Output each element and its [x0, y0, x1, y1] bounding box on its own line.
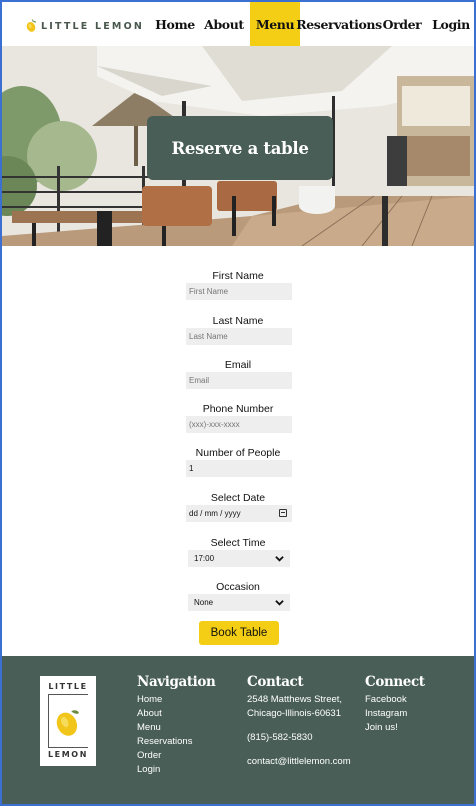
hero-title-badge: Reserve a table: [147, 116, 333, 180]
footer-connect: Connect Facebook Instagram Join us!: [365, 674, 425, 735]
chevron-down-icon: [275, 600, 284, 606]
nav-reservations[interactable]: Reservations: [296, 2, 382, 46]
nav-order[interactable]: Order: [378, 2, 426, 46]
occasion-value: None: [194, 598, 214, 607]
date-placeholder: dd / mm / yyyy: [189, 509, 241, 518]
last-name-input[interactable]: [186, 328, 292, 345]
phone-field: Phone Number: [0, 402, 476, 433]
footer-email[interactable]: contact@littlelemon.com: [247, 755, 351, 769]
footer-link-home[interactable]: Home: [137, 693, 215, 707]
footer-contact: Contact 2548 Matthews Street, Chicago-Il…: [247, 674, 351, 769]
time-label: Select Time: [210, 537, 266, 549]
email-label: Email: [224, 359, 252, 371]
footer-contact-title: Contact: [247, 674, 304, 690]
book-table-button[interactable]: Book Table: [199, 621, 279, 645]
brand-logo[interactable]: LITTLE LEMON: [26, 9, 144, 43]
nav-menu-item[interactable]: Menu: [250, 2, 300, 46]
footer-link-menu[interactable]: Menu: [137, 721, 215, 735]
lemon-icon: [26, 19, 37, 32]
time-value: 17:00: [194, 554, 215, 563]
people-input[interactable]: 1: [186, 460, 292, 477]
lemon-icon: [56, 710, 79, 736]
footer-address-line2: Chicago-Illinois-60631: [247, 708, 341, 719]
time-select[interactable]: 17:00: [188, 550, 290, 567]
date-input[interactable]: dd / mm / yyyy: [186, 505, 292, 522]
footer-link-about[interactable]: About: [137, 707, 215, 721]
footer-link-join[interactable]: Join us!: [365, 721, 425, 735]
occasion-label: Occasion: [216, 581, 260, 593]
chevron-down-icon: [275, 556, 284, 562]
nav-home[interactable]: Home: [152, 2, 198, 46]
date-field: Select Date dd / mm / yyyy: [0, 491, 476, 522]
people-field: Number of People 1: [0, 446, 476, 477]
footer-link-instagram[interactable]: Instagram: [365, 707, 425, 721]
footer-link-login[interactable]: Login: [137, 763, 215, 777]
people-label: Number of People: [195, 447, 281, 459]
email-input[interactable]: [186, 372, 292, 389]
occasion-field: Occasion None: [0, 580, 476, 611]
date-label: Select Date: [210, 492, 266, 504]
first-name-input[interactable]: [186, 283, 292, 300]
footer-phone[interactable]: (815)-582-5830: [247, 731, 351, 745]
footer-connect-title: Connect: [365, 674, 425, 690]
footer-logo-bottom: LEMON: [47, 750, 89, 759]
footer-navigation: Navigation Home About Menu Reservations …: [137, 674, 216, 777]
footer: LITTLE LEMON Navigation Home About Menu …: [2, 656, 474, 804]
first-name-label: First Name: [212, 270, 264, 282]
last-name-label: Last Name: [212, 315, 264, 327]
brand-name: LITTLE LEMON: [40, 20, 144, 32]
footer-logo-top: LITTLE: [48, 682, 88, 691]
email-field: Email: [0, 358, 476, 389]
last-name-field: Last Name: [0, 314, 476, 345]
footer-address-line1: 2548 Matthews Street,: [247, 694, 343, 705]
calendar-icon[interactable]: [279, 509, 287, 517]
nav-menu: Home About Menu Reservations Order Login: [152, 2, 476, 46]
top-nav: LITTLE LEMON Home About Menu Reservation…: [2, 2, 474, 46]
time-field: Select Time 17:00: [0, 536, 476, 567]
footer-link-reservations[interactable]: Reservations: [137, 735, 215, 749]
footer-logo: LITTLE LEMON: [40, 676, 96, 766]
hero-banner: Reserve a table: [2, 46, 474, 246]
nav-login[interactable]: Login: [426, 2, 476, 46]
occasion-select[interactable]: None: [188, 594, 290, 611]
footer-link-facebook[interactable]: Facebook: [365, 693, 425, 707]
footer-link-order[interactable]: Order: [137, 749, 215, 763]
footer-navigation-title: Navigation: [137, 674, 216, 690]
nav-about[interactable]: About: [198, 2, 250, 46]
first-name-field: First Name: [0, 269, 476, 300]
hero-title: Reserve a table: [171, 138, 309, 158]
phone-label: Phone Number: [202, 403, 274, 415]
phone-input[interactable]: [186, 416, 292, 433]
